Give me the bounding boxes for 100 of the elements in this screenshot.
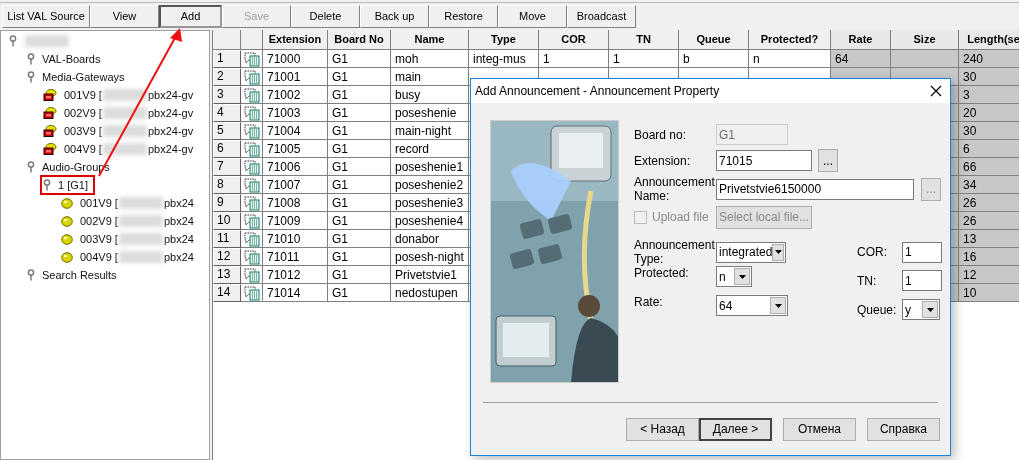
tree-item[interactable]: 003V9 [ pbx24 <box>59 230 200 248</box>
pin-icon <box>27 161 35 173</box>
table-cell-text: 71009 <box>267 212 301 230</box>
blurred-text <box>25 35 69 47</box>
tree-item[interactable]: 002V9 [ pbx24 <box>59 212 200 230</box>
dialog-button[interactable]: < Назад <box>626 417 699 441</box>
tree-item[interactable]: 003V9 [ pbx24-gv <box>41 122 200 140</box>
dialog-button[interactable]: Отмена <box>783 417 856 441</box>
queue-dropdown[interactable]: y <box>902 299 940 320</box>
column-header[interactable]: Type <box>469 30 539 50</box>
field-label: Board no: <box>634 127 688 142</box>
toolbar-button[interactable]: View <box>90 5 159 28</box>
protected-dropdown[interactable]: n <box>716 266 752 287</box>
toolbar-button[interactable]: Broadcast <box>567 5 636 28</box>
pin-icon <box>9 35 17 47</box>
blurred-text <box>118 233 163 245</box>
table-cell-text: 71006 <box>267 158 301 176</box>
tree-item[interactable]: VAL-Boards <box>25 50 107 68</box>
table-cell-text: moh <box>395 50 419 68</box>
checkbox-label: Upload file <box>652 209 709 226</box>
cor-field[interactable]: 1 <box>902 241 942 263</box>
rate-dropdown[interactable]: 64 <box>716 295 788 316</box>
table-cell-text: b <box>683 50 690 68</box>
table-cell-text: 71005 <box>267 140 301 158</box>
tree-item-label: 1 [G1] <box>58 177 88 193</box>
table-cell-text: G1 <box>332 122 348 140</box>
table-cell-text: n <box>753 50 760 68</box>
pin-icon <box>27 269 35 281</box>
announcement-name-field[interactable]: Privetstvie6150000 <box>716 178 914 200</box>
blurred-text <box>102 107 147 119</box>
tree-item[interactable]: 004V9 [ pbx24 <box>59 248 200 266</box>
table-cell-text: G1 <box>332 248 348 266</box>
speech-bubble-icon <box>242 176 261 193</box>
table-cell-text: G1 <box>332 68 348 86</box>
table-cell-text: 6 <box>963 140 970 158</box>
tree-item-label: 003V9 [ <box>64 123 102 139</box>
row-number: 3 <box>213 86 241 104</box>
table-cell-text: G1 <box>332 176 348 194</box>
field-label: COR: <box>857 245 888 259</box>
table-cell-text: posesh-night <box>395 248 464 266</box>
tree-item[interactable]: 1 [G1] <box>41 176 94 194</box>
column-header[interactable]: Extension <box>263 30 328 50</box>
tree-item[interactable]: 001V9 [ pbx24 <box>59 194 200 212</box>
blurred-text <box>118 215 163 227</box>
toolbar-button[interactable]: Add <box>159 5 222 28</box>
tree-item[interactable]: 004V9 [ pbx24-gv <box>41 140 200 158</box>
tree-item-label: Search Results <box>42 267 117 283</box>
table-cell-text: 71002 <box>267 86 301 104</box>
row-number: 4 <box>213 104 241 122</box>
table-cell-text: G1 <box>332 266 348 284</box>
dialog-button[interactable]: Справка <box>867 417 940 441</box>
toolbar-button[interactable]: Back up <box>360 5 429 28</box>
toolbar-button[interactable]: Move <box>498 5 567 28</box>
tn-field[interactable]: 1 <box>902 270 942 291</box>
table-cell-text: G1 <box>332 104 348 122</box>
row-number: 5 <box>213 122 241 140</box>
table-cell-text: 26 <box>963 194 977 212</box>
table-cell-text: poseshenie4 <box>395 212 464 230</box>
column-header[interactable]: Length(se <box>959 30 1019 50</box>
tree-item[interactable]: Media-Gateways <box>25 68 131 86</box>
speech-bubble-icon <box>242 50 261 67</box>
speech-bubble-icon <box>242 86 261 103</box>
gateway-icon <box>43 107 57 119</box>
dialog-button[interactable]: Далее > <box>699 417 772 441</box>
toolbar-button[interactable]: Restore <box>429 5 498 28</box>
browse-button[interactable]: ... <box>818 149 838 172</box>
blurred-text <box>118 251 163 263</box>
column-header[interactable]: Rate <box>831 30 891 50</box>
speech-bubble-icon <box>242 266 261 283</box>
table-cell-text: G1 <box>332 284 348 302</box>
extension-field[interactable]: 71015 <box>716 150 812 171</box>
tree-item-label: pbx24-gv <box>147 141 194 157</box>
row-number: 2 <box>213 68 241 86</box>
row-number: 12 <box>213 248 241 266</box>
tree-item-label: 001V9 [ <box>80 195 118 211</box>
column-header[interactable]: COR <box>539 30 609 50</box>
column-header[interactable]: Board No <box>328 30 391 50</box>
toolbar-button[interactable]: List VAL Source <box>2 5 90 28</box>
table-cell-text: nedostupen <box>395 284 458 302</box>
column-header[interactable]: Protected? <box>749 30 831 50</box>
field-label: Queue: <box>857 302 898 317</box>
pin-icon <box>27 53 35 65</box>
table-cell-text: 66 <box>963 158 977 176</box>
blurred-text <box>102 125 147 137</box>
table-cell-text: 1 <box>543 50 550 68</box>
tree-item[interactable]: Search Results <box>25 266 123 284</box>
tree-item[interactable]: 002V9 [ pbx24-gv <box>41 104 200 122</box>
close-icon[interactable] <box>930 85 942 97</box>
gateway-icon <box>43 89 57 101</box>
column-header[interactable]: TN <box>609 30 679 50</box>
column-header[interactable]: Queue <box>679 30 749 50</box>
table-cell-text: 10 <box>963 284 977 302</box>
toolbar-button[interactable]: Delete <box>291 5 360 28</box>
tree-item[interactable]: 001V9 [ pbx24-gv <box>41 86 200 104</box>
table-cell-text: 71001 <box>267 68 301 86</box>
table-cell-text: 1 <box>613 50 620 68</box>
column-header[interactable]: Size <box>891 30 959 50</box>
announcement-type-dropdown[interactable]: integrated <box>716 241 786 263</box>
speech-bubble-icon <box>242 248 261 265</box>
column-header[interactable]: Name <box>391 30 469 50</box>
